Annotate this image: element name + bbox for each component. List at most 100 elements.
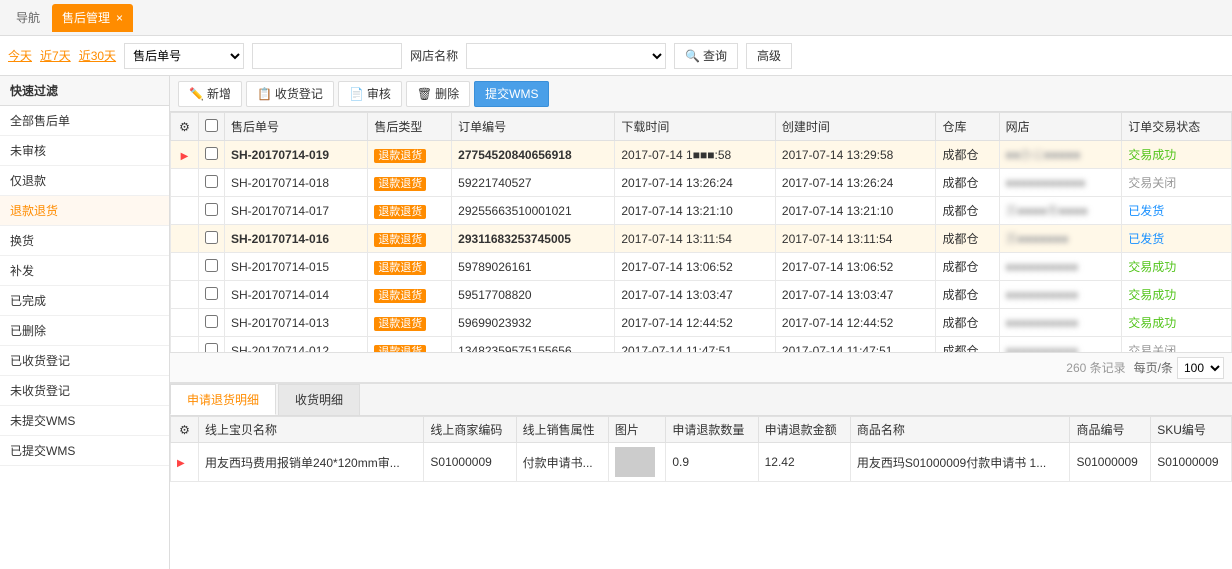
tab-receive-detail[interactable]: 收货明细 [278, 384, 360, 415]
row-status-cell: 交易关闭 [1122, 337, 1232, 353]
nav-tab-label: 售后管理 [62, 9, 110, 26]
bottom-play-icon: ▶ [177, 458, 185, 469]
field-selector-wrap: 售后单号 [124, 43, 244, 69]
per-page-selector-wrap: 每页/条 100 [1134, 357, 1224, 379]
delete-label: 删除 [435, 85, 459, 102]
sidebar-item-refund-return[interactable]: 退款退货 [0, 196, 169, 226]
table-area: ⚙ 售后单号 售后类型 订单编号 下载时间 创建时间 仓库 网店 订单交易状态 … [170, 112, 1232, 352]
row-id: SH-20170714-014 [231, 288, 329, 302]
row-type-cell: 退款退货 [368, 337, 452, 353]
main-layout: 快速过滤 全部售后单 未审核 仅退款 退款退货 换货 补发 已完成 已删除 已收… [0, 76, 1232, 569]
nav-tab-close[interactable]: × [116, 12, 123, 24]
row-created-cell: 2017-07-14 13:03:47 [775, 281, 936, 309]
row-download-cell: 2017-07-14 13:21:10 [615, 197, 776, 225]
delete-button[interactable]: 🗑 删除 [406, 81, 470, 107]
nav-bar: 导航 售后管理 × [0, 0, 1232, 36]
sidebar-item-not-submitted-wms[interactable]: 未提交WMS [0, 406, 169, 436]
row-checkbox[interactable] [205, 231, 218, 244]
row-warehouse-cell: 成都仓 [936, 169, 999, 197]
bottom-amount-cell: 12.42 [758, 443, 850, 482]
sidebar: 快速过滤 全部售后单 未审核 仅退款 退款退货 换货 补发 已完成 已删除 已收… [0, 76, 170, 569]
row-order-cell: 29311683253745005 [452, 225, 615, 253]
filter-last7[interactable]: 近7天 [40, 47, 71, 64]
row-type-cell: 退款退货 [368, 225, 452, 253]
sidebar-item-refund-only[interactable]: 仅退款 [0, 166, 169, 196]
row-shop-cell: 苏■■■■■■■ [999, 225, 1122, 253]
row-created-cell: 2017-07-14 13:26:24 [775, 169, 936, 197]
row-status: 交易关闭 [1128, 344, 1176, 352]
sidebar-item-reissue[interactable]: 补发 [0, 256, 169, 286]
row-order-cell: 59699023932 [452, 309, 615, 337]
bottom-seller-code-cell: S01000009 [424, 443, 516, 482]
audit-label: 审核 [367, 85, 391, 102]
bottom-tabs: 申请退货明细 收货明细 ⚙ 线上宝贝名称 线上商家编码 线上销售属性 图片 申请… [170, 382, 1232, 482]
row-play-cell [171, 225, 199, 253]
row-created-cell: 2017-07-14 13:21:10 [775, 197, 936, 225]
row-status: 交易成功 [1128, 316, 1176, 330]
col-warehouse: 仓库 [936, 113, 999, 141]
select-all-checkbox[interactable] [205, 119, 218, 132]
row-shop: ■■■■■■■■■■ [1006, 316, 1078, 330]
sidebar-item-exchange[interactable]: 换货 [0, 226, 169, 256]
receive-button[interactable]: 📋 收货登记 [246, 81, 334, 107]
row-id-cell: SH-20170714-017 [225, 197, 368, 225]
row-id-cell: SH-20170714-013 [225, 309, 368, 337]
per-page-select[interactable]: 100 [1177, 357, 1224, 379]
sidebar-item-not-received[interactable]: 未收货登记 [0, 376, 169, 406]
nav-home[interactable]: 导航 [8, 5, 48, 30]
row-order-cell: 59789026161 [452, 253, 615, 281]
row-checkbox-cell [199, 337, 225, 353]
row-play-cell [171, 309, 199, 337]
search-input[interactable] [252, 43, 402, 69]
sidebar-item-unaudited[interactable]: 未审核 [0, 136, 169, 166]
total-records: 260 条记录 [1066, 359, 1125, 376]
row-checkbox[interactable] [205, 315, 218, 328]
row-shop-cell: ■■■■■■■■■■■ [999, 169, 1122, 197]
submit-wms-label: 提交WMS [485, 85, 538, 102]
shop-label: 网店名称 [410, 47, 458, 64]
row-warehouse-cell: 成都仓 [936, 281, 999, 309]
nav-active-tab[interactable]: 售后管理 × [52, 4, 133, 32]
sidebar-item-submitted-wms[interactable]: 已提交WMS [0, 436, 169, 466]
row-checkbox[interactable] [205, 343, 218, 353]
tab-refund-detail[interactable]: 申请退货明细 [170, 384, 276, 415]
bottom-settings-col[interactable]: ⚙ [171, 417, 199, 443]
row-shop: ■■■■■■■■■■ [1006, 288, 1078, 302]
bottom-sale-attr-cell: 付款申请书... [516, 443, 608, 482]
sidebar-item-deleted[interactable]: 已删除 [0, 316, 169, 346]
row-order-cell: 13482359575155656 [452, 337, 615, 353]
row-type-cell: 退款退货 [368, 169, 452, 197]
row-created-cell: 2017-07-14 13:11:54 [775, 225, 936, 253]
search-icon: 🔍 [685, 49, 700, 63]
sidebar-item-completed[interactable]: 已完成 [0, 286, 169, 316]
submit-wms-button[interactable]: 提交WMS [474, 81, 549, 107]
filter-today[interactable]: 今天 [8, 47, 32, 64]
query-button[interactable]: 🔍 查询 [674, 43, 738, 69]
row-checkbox[interactable] [205, 203, 218, 216]
row-order-cell: 29255663510001021 [452, 197, 615, 225]
filter-last30[interactable]: 近30天 [79, 47, 116, 64]
row-checkbox[interactable] [205, 175, 218, 188]
row-status: 已发货 [1128, 204, 1164, 218]
add-button[interactable]: ✏️ 新增 [178, 81, 242, 107]
advanced-button[interactable]: 高级 [746, 43, 792, 69]
row-warehouse-cell: 成都仓 [936, 253, 999, 281]
audit-button[interactable]: 📄 审核 [338, 81, 402, 107]
row-checkbox[interactable] [205, 287, 218, 300]
row-order-num: 29311683253745005 [458, 232, 571, 246]
settings-col-header[interactable]: ⚙ [171, 113, 199, 141]
row-id: SH-20170714-016 [231, 232, 329, 246]
row-checkbox[interactable] [205, 147, 218, 160]
field-selector[interactable]: 售后单号 [124, 43, 244, 69]
table-row: SH-20170714-014 退款退货 59517708820 2017-07… [171, 281, 1232, 309]
filter-bar: 今天 近7天 近30天 售后单号 网店名称 🔍 查询 高级 [0, 36, 1232, 76]
row-warehouse-cell: 成都仓 [936, 225, 999, 253]
sidebar-item-all[interactable]: 全部售后单 [0, 106, 169, 136]
shop-selector[interactable] [466, 43, 666, 69]
row-status-cell: 交易成功 [1122, 281, 1232, 309]
sidebar-item-received[interactable]: 已收货登记 [0, 346, 169, 376]
row-checkbox[interactable] [205, 259, 218, 272]
row-type-cell: 退款退货 [368, 253, 452, 281]
row-shop: ■■办公■■■■■ [1006, 148, 1081, 162]
bottom-col-amount: 申请退款金额 [758, 417, 850, 443]
